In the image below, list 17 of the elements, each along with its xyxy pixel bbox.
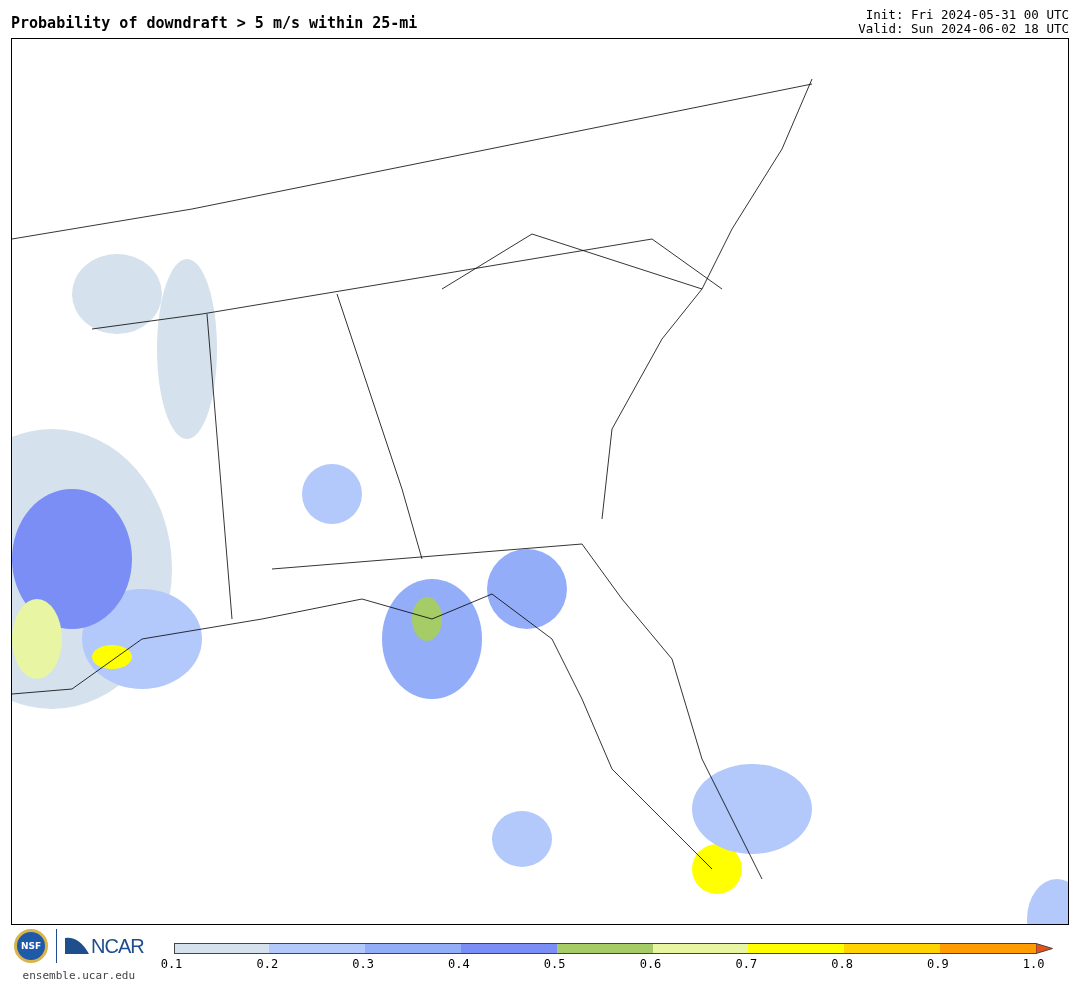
colorbar-tick-label: 1.0	[1022, 957, 1046, 971]
colorbar-tick-label: 0.1	[160, 957, 184, 971]
valid-time: Valid: Sun 2024-06-02 18 UTC	[858, 22, 1069, 36]
site-url: ensemble.ucar.edu	[22, 969, 136, 982]
colorbar-tick-label: 0.7	[735, 957, 759, 971]
ncar-logo: NCAR	[91, 934, 144, 958]
swoosh-icon	[65, 936, 89, 956]
colorbar-tick-label: 0.9	[927, 957, 950, 971]
map-title: Probability of downdraft > 5 m/s within 25-mi	[11, 14, 418, 34]
colorbar-tick-label: 0.5	[543, 957, 567, 971]
colorbar-tick-label: 0.2	[256, 957, 280, 971]
colorbar-tick-label: 0.4	[448, 957, 471, 971]
colorbar-tick-label: 0.8	[831, 957, 854, 971]
init-time: Init: Fri 2024-05-31 00 UTC	[865, 8, 1069, 22]
colorbar-tick-label: 0.6	[639, 957, 663, 971]
colorbar-tick-label: 0.3	[352, 957, 375, 971]
nsf-logo: NSF	[14, 929, 48, 963]
